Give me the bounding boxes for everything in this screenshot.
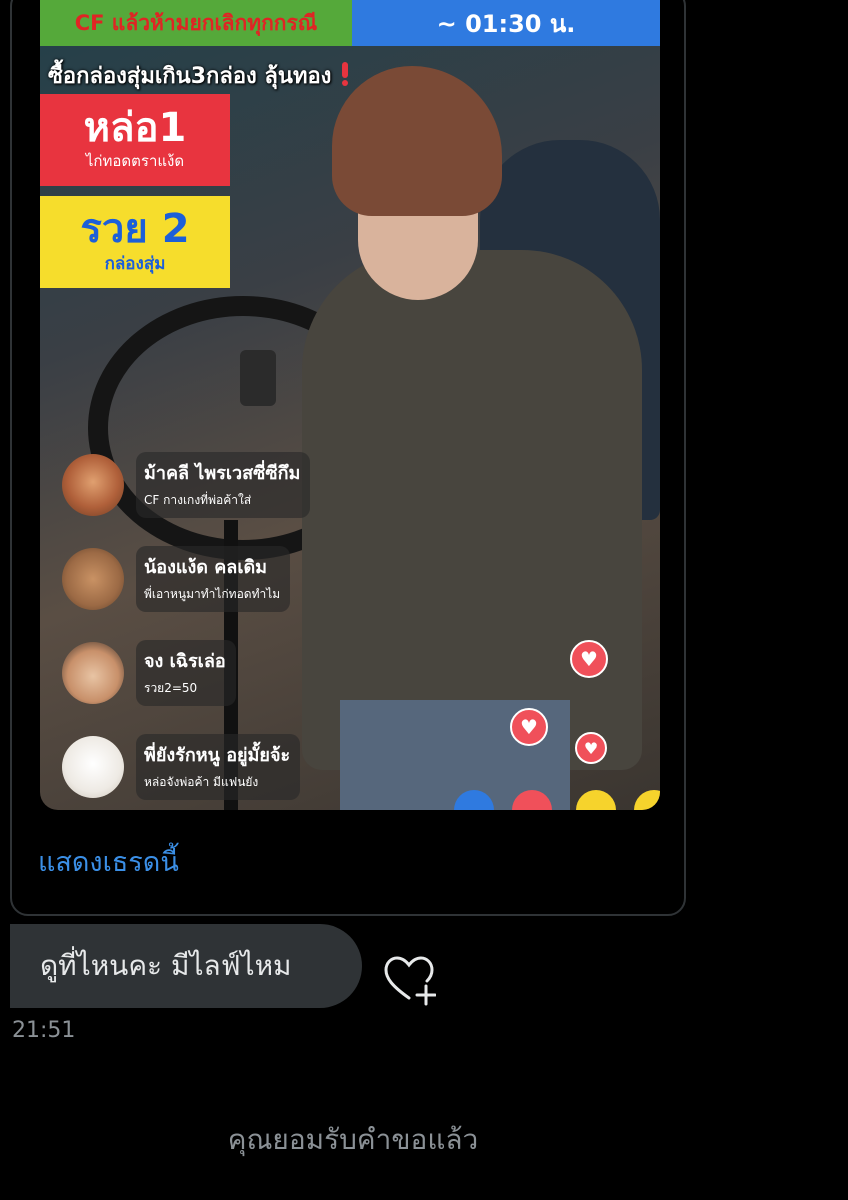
comment-text: หล่อจังพ่อค้า มีแฟนยัง [144, 775, 259, 789]
comment-text: รวย2=50 [144, 681, 198, 695]
prize-1-title: หล่อ1 [83, 105, 187, 151]
live-comment: ม้าคลี ไพรเวสซี่ซีกึม CF กางเกงที่พ่อค้า… [62, 452, 311, 518]
commenter-name: พี่ยังรักหนู อยู่มั้ยจ้ะ [144, 745, 291, 766]
comment-text: พี่เอาหนูมาทำไก่ทอดทำไม [144, 587, 281, 601]
stream-headline: ซื้อกล่องสุ่มเกิน3กล่อง ลุ้นทอง [48, 58, 351, 93]
commenter-avatar [62, 548, 124, 610]
prize-box-1: หล่อ1 ไก่ทอดตราแง้ด [40, 94, 230, 186]
live-comment: พี่ยังรักหนู อยู่มั้ยจ้ะ หล่อจังพ่อค้า ม… [62, 734, 301, 800]
comment-bubble: พี่ยังรักหนู อยู่มั้ยจ้ะ หล่อจังพ่อค้า ม… [136, 734, 301, 800]
live-comment: น้องแง้ด คลเดิม พี่เอาหนูมาทำไก่ทอดทำไม [62, 546, 291, 612]
received-message-bubble[interactable]: ดูที่ไหนคะ มีไลฟ์ไหม [10, 924, 362, 1008]
commenter-name: จง เฉิรเล่อ [144, 651, 226, 672]
live-banner: CF แล้วห้ามยกเลิกทุกกรณี ~ 01:30 น. [40, 0, 660, 46]
commenter-name: น้องแง้ด คลเดิม [144, 557, 268, 578]
banner-right-text: ~ 01:30 น. [352, 0, 660, 46]
comment-bubble: ม้าคลี ไพรเวสซี่ซีกึม CF กางเกงที่พ่อค้า… [136, 452, 311, 518]
message-text: ดูที่ไหนคะ มีไลฟ์ไหม [40, 949, 292, 982]
heart-icon: ♥ [510, 708, 548, 746]
show-thread-link[interactable]: แสดงเธรดนี้ [38, 840, 179, 883]
fire-icon [342, 62, 349, 86]
prize-2-title: รวย 2 [80, 205, 190, 252]
banner-left-text: CF แล้วห้ามยกเลิกทุกกรณี [40, 0, 352, 46]
commenter-avatar [62, 454, 124, 516]
message-timestamp: 21:51 [12, 1018, 76, 1043]
prize-1-subtitle: ไก่ทอดตราแง้ด [85, 152, 185, 170]
tweet-media-image[interactable]: CF แล้วห้ามยกเลิกทุกกรณี ~ 01:30 น. ซื้อ… [40, 0, 660, 810]
headline-text: ซื้อกล่องสุ่มเกิน3กล่อง ลุ้นทอง [48, 64, 332, 89]
commenter-name: ม้าคลี ไพรเวสซี่ซีกึม [144, 463, 301, 484]
live-comment: จง เฉิรเล่อ รวย2=50 [62, 640, 236, 706]
streamer-shirt [302, 250, 642, 770]
streamer-hair [332, 66, 502, 216]
commenter-avatar [62, 642, 124, 704]
heart-plus-icon[interactable] [382, 954, 436, 1006]
prize-box-2: รวย 2 กล่องสุ่ม [40, 196, 230, 288]
wow-reaction-icon [634, 790, 660, 810]
phone-holder [240, 350, 276, 406]
comment-text: CF กางเกงที่พ่อค้าใส่ [144, 493, 252, 507]
heart-icon: ♥ [575, 732, 607, 764]
prize-2-subtitle: กล่องสุ่ม [104, 253, 166, 274]
heart-icon: ♥ [570, 640, 608, 678]
request-accepted-notice: คุณยอมรับคำขอแล้ว [227, 1123, 479, 1156]
commenter-avatar [62, 736, 124, 798]
haha-reaction-icon [576, 790, 616, 810]
comment-bubble: น้องแง้ด คลเดิม พี่เอาหนูมาทำไก่ทอดทำไม [136, 546, 291, 612]
comment-bubble: จง เฉิรเล่อ รวย2=50 [136, 640, 236, 706]
